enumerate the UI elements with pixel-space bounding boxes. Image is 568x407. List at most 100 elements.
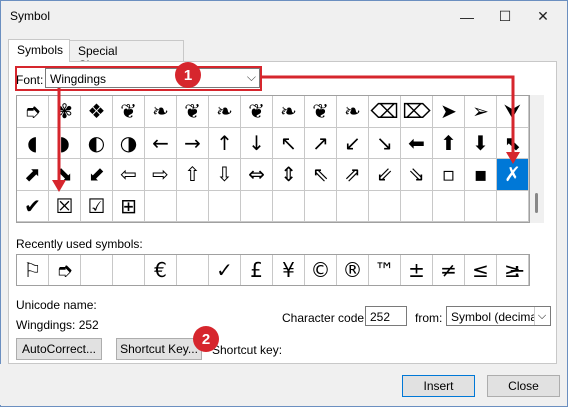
recent-symbol-cell[interactable] bbox=[81, 255, 113, 285]
symbol-cell[interactable]: ✔ bbox=[17, 190, 49, 222]
symbol-cell[interactable] bbox=[209, 190, 241, 222]
symbol-cell[interactable] bbox=[401, 190, 433, 222]
symbol-cell-selected[interactable]: ✗ bbox=[497, 159, 529, 191]
symbol-cell[interactable]: ❧ bbox=[145, 96, 177, 128]
symbol-cell[interactable] bbox=[337, 190, 369, 222]
close-icon[interactable]: ✕ bbox=[523, 1, 563, 32]
symbol-cell[interactable]: ⇙ bbox=[369, 159, 401, 191]
symbol-cell[interactable]: ↗ bbox=[305, 127, 337, 159]
symbol-cell[interactable]: ◑ bbox=[113, 127, 145, 159]
symbol-cell[interactable]: ⬊ bbox=[49, 159, 81, 191]
recent-symbol-cell[interactable]: ® bbox=[337, 255, 369, 285]
symbol-cell[interactable]: ❦ bbox=[241, 96, 273, 128]
symbol-cell[interactable] bbox=[145, 190, 177, 222]
symbol-cell[interactable]: ❦ bbox=[305, 96, 337, 128]
symbol-cell[interactable]: ⇩ bbox=[209, 159, 241, 191]
symbol-cell[interactable]: ↙ bbox=[337, 127, 369, 159]
symbol-cell[interactable] bbox=[369, 190, 401, 222]
symbol-cell[interactable]: ❧ bbox=[273, 96, 305, 128]
symbol-cell[interactable] bbox=[305, 190, 337, 222]
chevron-down-icon[interactable]: ⌵ bbox=[247, 70, 256, 85]
symbol-cell[interactable]: ⇧ bbox=[177, 159, 209, 191]
symbol-cell[interactable]: ⌦ bbox=[401, 96, 433, 128]
recent-symbol-cell[interactable]: ✓ bbox=[209, 255, 241, 285]
symbol-cell[interactable] bbox=[433, 190, 465, 222]
symbol-cell[interactable]: ↘ bbox=[369, 127, 401, 159]
symbol-cell[interactable]: ⬉ bbox=[497, 127, 529, 159]
close-button[interactable]: Close bbox=[487, 375, 560, 397]
symbol-cell[interactable]: ❧ bbox=[337, 96, 369, 128]
maximize-icon[interactable]: ☐ bbox=[485, 1, 525, 32]
symbol-cell[interactable]: ⇨ bbox=[145, 159, 177, 191]
from-dropdown[interactable]: Symbol (decimal) ⌵ bbox=[446, 306, 551, 326]
recent-symbol-cell[interactable] bbox=[113, 255, 145, 285]
recent-symbol-cell[interactable]: ⚐ bbox=[17, 255, 49, 285]
recent-symbol-cell[interactable]: € bbox=[145, 255, 177, 285]
symbol-cell[interactable]: ⇦ bbox=[113, 159, 145, 191]
symbol-cell[interactable]: ⌫ bbox=[369, 96, 401, 128]
symbol-cell[interactable] bbox=[177, 190, 209, 222]
symbol-cell[interactable]: ➢ bbox=[465, 96, 497, 128]
symbol-cell[interactable]: ↑ bbox=[209, 127, 241, 159]
symbol-cell[interactable]: ↓ bbox=[241, 127, 273, 159]
symbol-cell[interactable]: ▫ bbox=[433, 159, 465, 191]
shortcut-key-button[interactable]: Shortcut Key... bbox=[116, 338, 202, 360]
chevron-down-icon[interactable]: ⌵ bbox=[534, 307, 549, 325]
grid-scrollbar[interactable] bbox=[530, 95, 544, 223]
symbol-cell[interactable]: ⬇ bbox=[465, 127, 497, 159]
recent-symbol-cell[interactable]: ≤ bbox=[465, 255, 497, 285]
symbol-cell[interactable]: ◗ bbox=[49, 127, 81, 159]
symbol-cell[interactable]: ✾ bbox=[49, 96, 81, 128]
symbol-cell[interactable]: ☑ bbox=[81, 190, 113, 222]
symbol-cell[interactable]: ← bbox=[145, 127, 177, 159]
symbol-cell[interactable]: ➤ bbox=[433, 96, 465, 128]
recent-symbol-cell[interactable]: £ bbox=[241, 255, 273, 285]
symbol-cell[interactable]: → bbox=[177, 127, 209, 159]
symbol-grid[interactable]: ➮ ✾ ❖ ❦ ❧ ❦ ❧ ❦ ❧ ❦ ❧ ⌫ ⌦ ➤ ➢ ⮟ ◖ ◗ ◐ ◑ ← → ↑ ↓ ↖ ↗ ↙ ↘ ⬅ ⬆ ⬇ ⬉ ⬈ ⬊ ⬋ ⇦ ⇨ ⇧ ⇩ ⇔… bbox=[16, 95, 530, 223]
symbol-cell[interactable]: ▪ bbox=[465, 159, 497, 191]
symbol-cell[interactable]: ⮟ bbox=[497, 96, 529, 128]
recent-symbols-row[interactable]: ⚐ ➮ € ✓ £ ¥ © ® ™ ± ≠ ≤ ≥ bbox=[16, 254, 530, 286]
symbol-cell[interactable]: ◐ bbox=[81, 127, 113, 159]
symbol-cell[interactable]: ⬆ bbox=[433, 127, 465, 159]
symbol-cell[interactable]: ➮ bbox=[17, 96, 49, 128]
symbol-cell[interactable]: ⇔ bbox=[241, 159, 273, 191]
symbol-cell[interactable]: ⬈ bbox=[17, 159, 49, 191]
recent-symbol-cell[interactable]: ™ bbox=[369, 255, 401, 285]
scrollbar-thumb[interactable] bbox=[535, 193, 538, 213]
symbol-cell[interactable]: ⬋ bbox=[81, 159, 113, 191]
symbol-cell[interactable]: ⇖ bbox=[305, 159, 337, 191]
symbol-cell[interactable]: ❖ bbox=[81, 96, 113, 128]
symbol-cell[interactable]: ⇗ bbox=[337, 159, 369, 191]
insert-button[interactable]: Insert bbox=[402, 375, 475, 397]
tab-symbols-label: Symbols bbox=[17, 43, 64, 57]
symbol-cell[interactable]: ⬅ bbox=[401, 127, 433, 159]
recent-extra-symbol[interactable]: ÷ bbox=[505, 258, 529, 282]
symbol-cell[interactable] bbox=[497, 190, 529, 222]
recent-symbol-cell[interactable]: © bbox=[305, 255, 337, 285]
character-code-input[interactable]: 252 bbox=[365, 306, 407, 326]
recent-symbol-cell[interactable] bbox=[177, 255, 209, 285]
symbol-cell[interactable] bbox=[241, 190, 273, 222]
recent-symbol-cell[interactable]: ≠ bbox=[433, 255, 465, 285]
symbol-cell[interactable] bbox=[273, 190, 305, 222]
minimize-icon[interactable]: — bbox=[447, 1, 487, 32]
recent-symbol-cell[interactable]: ± bbox=[401, 255, 433, 285]
tab-special-characters[interactable]: Special Characters bbox=[69, 40, 184, 72]
symbol-cell[interactable] bbox=[465, 190, 497, 222]
symbol-cell[interactable]: ⇕ bbox=[273, 159, 305, 191]
symbol-cell[interactable]: ⊞ bbox=[113, 190, 145, 222]
symbol-cell[interactable]: ◖ bbox=[17, 127, 49, 159]
symbol-cell[interactable]: ❦ bbox=[113, 96, 145, 128]
autocorrect-button[interactable]: AutoCorrect... bbox=[16, 338, 102, 360]
tab-symbols[interactable]: Symbols bbox=[8, 39, 70, 62]
recent-symbol-cell[interactable]: ¥ bbox=[273, 255, 305, 285]
symbol-cell[interactable]: ☒ bbox=[49, 190, 81, 222]
symbol-cell[interactable]: ❦ bbox=[177, 96, 209, 128]
recent-symbol-cell[interactable]: ➮ bbox=[49, 255, 81, 285]
unicode-name-label: Unicode name: bbox=[16, 298, 97, 312]
symbol-cell[interactable]: ↖ bbox=[273, 127, 305, 159]
symbol-cell[interactable]: ❧ bbox=[209, 96, 241, 128]
symbol-cell[interactable]: ⇘ bbox=[401, 159, 433, 191]
font-dropdown[interactable]: Wingdings ⌵ bbox=[45, 68, 260, 88]
